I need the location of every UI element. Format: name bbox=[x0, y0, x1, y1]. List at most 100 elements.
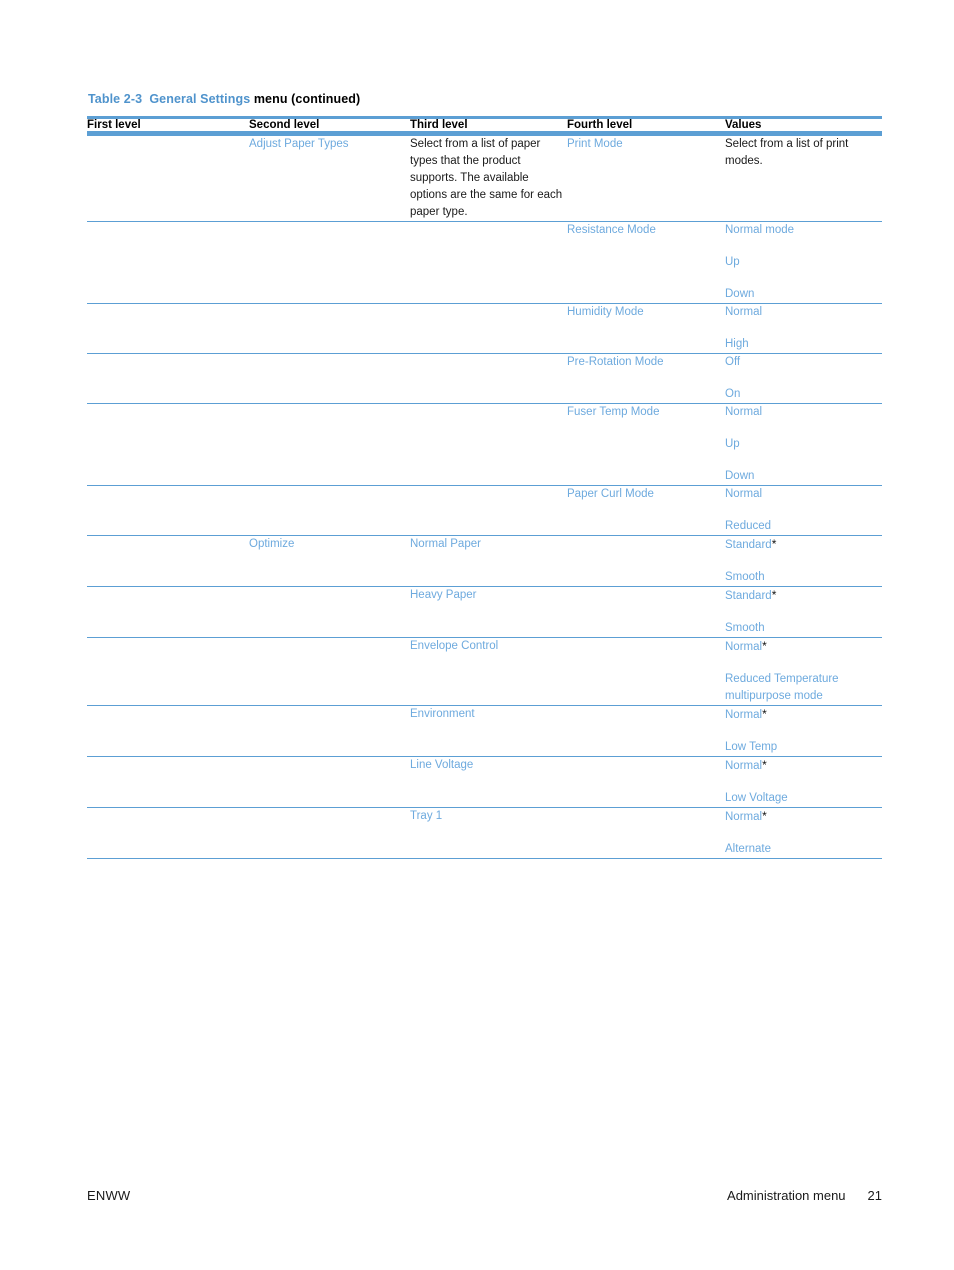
cell-third-level: Select from a list of paper types that t… bbox=[410, 133, 567, 222]
table-header: First level Second level Third level Fou… bbox=[87, 116, 882, 136]
cell-fourth-level: Pre-Rotation Mode bbox=[567, 353, 725, 404]
cell-fourth-level: Paper Curl Mode bbox=[567, 485, 725, 536]
cell-first-level bbox=[87, 133, 249, 222]
table-row: Heavy Paper Standard* Smooth bbox=[87, 586, 882, 638]
table-row: Environment Normal* Low Temp bbox=[87, 705, 882, 757]
cell-second-level bbox=[249, 705, 410, 757]
column-header-fourth-level-label: Fourth level bbox=[567, 119, 633, 131]
column-header-second-level-label: Second level bbox=[249, 119, 320, 131]
table-row: Pre-Rotation Mode Off On bbox=[87, 353, 882, 404]
cell-second-level bbox=[249, 807, 410, 859]
cell-second-level bbox=[249, 637, 410, 706]
cell-line: Smooth bbox=[725, 622, 765, 634]
table-row: Fuser Temp Mode Normal Up Down bbox=[87, 403, 882, 486]
default-value-asterisk: * bbox=[762, 639, 767, 653]
column-header-fourth-level: Fourth level bbox=[567, 116, 725, 136]
cell-third-level bbox=[410, 485, 567, 536]
cell-fourth-level bbox=[567, 637, 725, 706]
cell-line: Normal* bbox=[725, 707, 767, 721]
table-caption-suffix: menu (continued) bbox=[253, 92, 361, 106]
column-header-second-level: Second level bbox=[249, 116, 410, 136]
cell-first-level bbox=[87, 353, 249, 404]
cell-values: Normal Up Down bbox=[725, 403, 882, 486]
cell-second-level bbox=[249, 485, 410, 536]
table-row: Adjust Paper Types Select from a list of … bbox=[87, 133, 882, 222]
table-header-row: First level Second level Third level Fou… bbox=[87, 116, 882, 136]
menu-table-container: First level Second level Third level Fou… bbox=[87, 116, 882, 859]
cell-fourth-level bbox=[567, 807, 725, 859]
cell-second-level bbox=[249, 303, 410, 354]
cell-line: Normal* bbox=[725, 639, 767, 653]
footer-chapter-title: Administration menu bbox=[727, 1188, 846, 1203]
cell-line: Reduced bbox=[725, 520, 772, 532]
cell-third-level: Environment bbox=[410, 705, 567, 757]
table-row: Envelope Control Normal* Reduced Temperatu… bbox=[87, 637, 882, 706]
cell-line: Normal* bbox=[725, 758, 767, 772]
document-page: Table 2-3 General Settings menu (continu… bbox=[0, 0, 954, 1270]
default-value-asterisk: * bbox=[762, 707, 767, 721]
cell-third-level: Envelope Control bbox=[410, 637, 567, 706]
cell-second-level: Adjust Paper Types bbox=[249, 133, 410, 222]
cell-third-level bbox=[410, 403, 567, 486]
cell-third-level: Normal Paper bbox=[410, 535, 567, 587]
default-value-asterisk: * bbox=[762, 758, 767, 772]
cell-first-level bbox=[87, 535, 249, 587]
page-footer: ENWW Administration menu 21 bbox=[87, 1188, 882, 1210]
cell-values: Normal High bbox=[725, 303, 882, 354]
cell-line: Normal bbox=[725, 406, 763, 418]
column-header-third-level: Third level bbox=[410, 116, 567, 136]
cell-first-level bbox=[87, 303, 249, 354]
cell-values: Off On bbox=[725, 353, 882, 404]
cell-values: Normal* Reduced Temperature multipurpose … bbox=[725, 637, 882, 706]
cell-line: Off bbox=[725, 356, 741, 368]
cell-line: Pre-Rotation Mode bbox=[567, 356, 664, 368]
general-settings-menu-table: First level Second level Third level Fou… bbox=[87, 116, 882, 859]
cell-line: Paper Curl Mode bbox=[567, 488, 654, 500]
column-header-values: Values bbox=[725, 116, 882, 136]
footer-right-group: Administration menu 21 bbox=[727, 1188, 882, 1203]
table-number: Table 2-3 bbox=[88, 92, 143, 106]
cell-fourth-level: Print Mode bbox=[567, 133, 725, 222]
footer-locale: ENWW bbox=[87, 1188, 131, 1203]
cell-line: High bbox=[725, 338, 749, 350]
column-header-first-level-label: First level bbox=[87, 119, 141, 131]
cell-values: Select from a list of print modes. bbox=[725, 133, 882, 222]
cell-first-level bbox=[87, 221, 249, 304]
cell-second-level bbox=[249, 756, 410, 808]
column-header-values-label: Values bbox=[725, 119, 762, 131]
cell-second-level bbox=[249, 353, 410, 404]
cell-first-level bbox=[87, 403, 249, 486]
column-header-first-level: First level bbox=[87, 116, 249, 136]
table-caption: Table 2-3 General Settings menu (continu… bbox=[88, 92, 360, 106]
cell-fourth-level bbox=[567, 586, 725, 638]
cell-line: Normal* bbox=[725, 809, 767, 823]
table-row: Humidity Mode Normal High bbox=[87, 303, 882, 354]
cell-line: Reduced Temperature multipurpose mode bbox=[725, 673, 839, 702]
footer-page-number: 21 bbox=[867, 1188, 882, 1203]
cell-first-level bbox=[87, 586, 249, 638]
cell-line: Low Temp bbox=[725, 741, 778, 753]
cell-line: Normal bbox=[725, 488, 763, 500]
cell-line: Up bbox=[725, 438, 740, 450]
cell-values: Normal* Low Voltage bbox=[725, 756, 882, 808]
cell-values: Normal* Low Temp bbox=[725, 705, 882, 757]
cell-line: Humidity Mode bbox=[567, 306, 644, 318]
cell-fourth-level: Resistance Mode bbox=[567, 221, 725, 304]
table-row: Tray 1 Normal* Alternate bbox=[87, 807, 882, 859]
cell-third-level: Tray 1 bbox=[410, 807, 567, 859]
table-row: Paper Curl Mode Normal Reduced bbox=[87, 485, 882, 536]
cell-line: Smooth bbox=[725, 571, 765, 583]
cell-second-level bbox=[249, 221, 410, 304]
cell-values: Standard* Smooth bbox=[725, 535, 882, 587]
cell-line: Normal bbox=[725, 306, 763, 318]
cell-fourth-level bbox=[567, 756, 725, 808]
cell-fourth-level: Fuser Temp Mode bbox=[567, 403, 725, 486]
default-value-asterisk: * bbox=[771, 588, 777, 602]
cell-line: Down bbox=[725, 470, 755, 482]
table-name: General Settings bbox=[149, 92, 251, 106]
cell-third-level: Heavy Paper bbox=[410, 586, 567, 638]
cell-values: Normal mode Up Down bbox=[725, 221, 882, 304]
table-body: Adjust Paper Types Select from a list of … bbox=[87, 133, 882, 859]
cell-third-level bbox=[410, 353, 567, 404]
cell-first-level bbox=[87, 705, 249, 757]
